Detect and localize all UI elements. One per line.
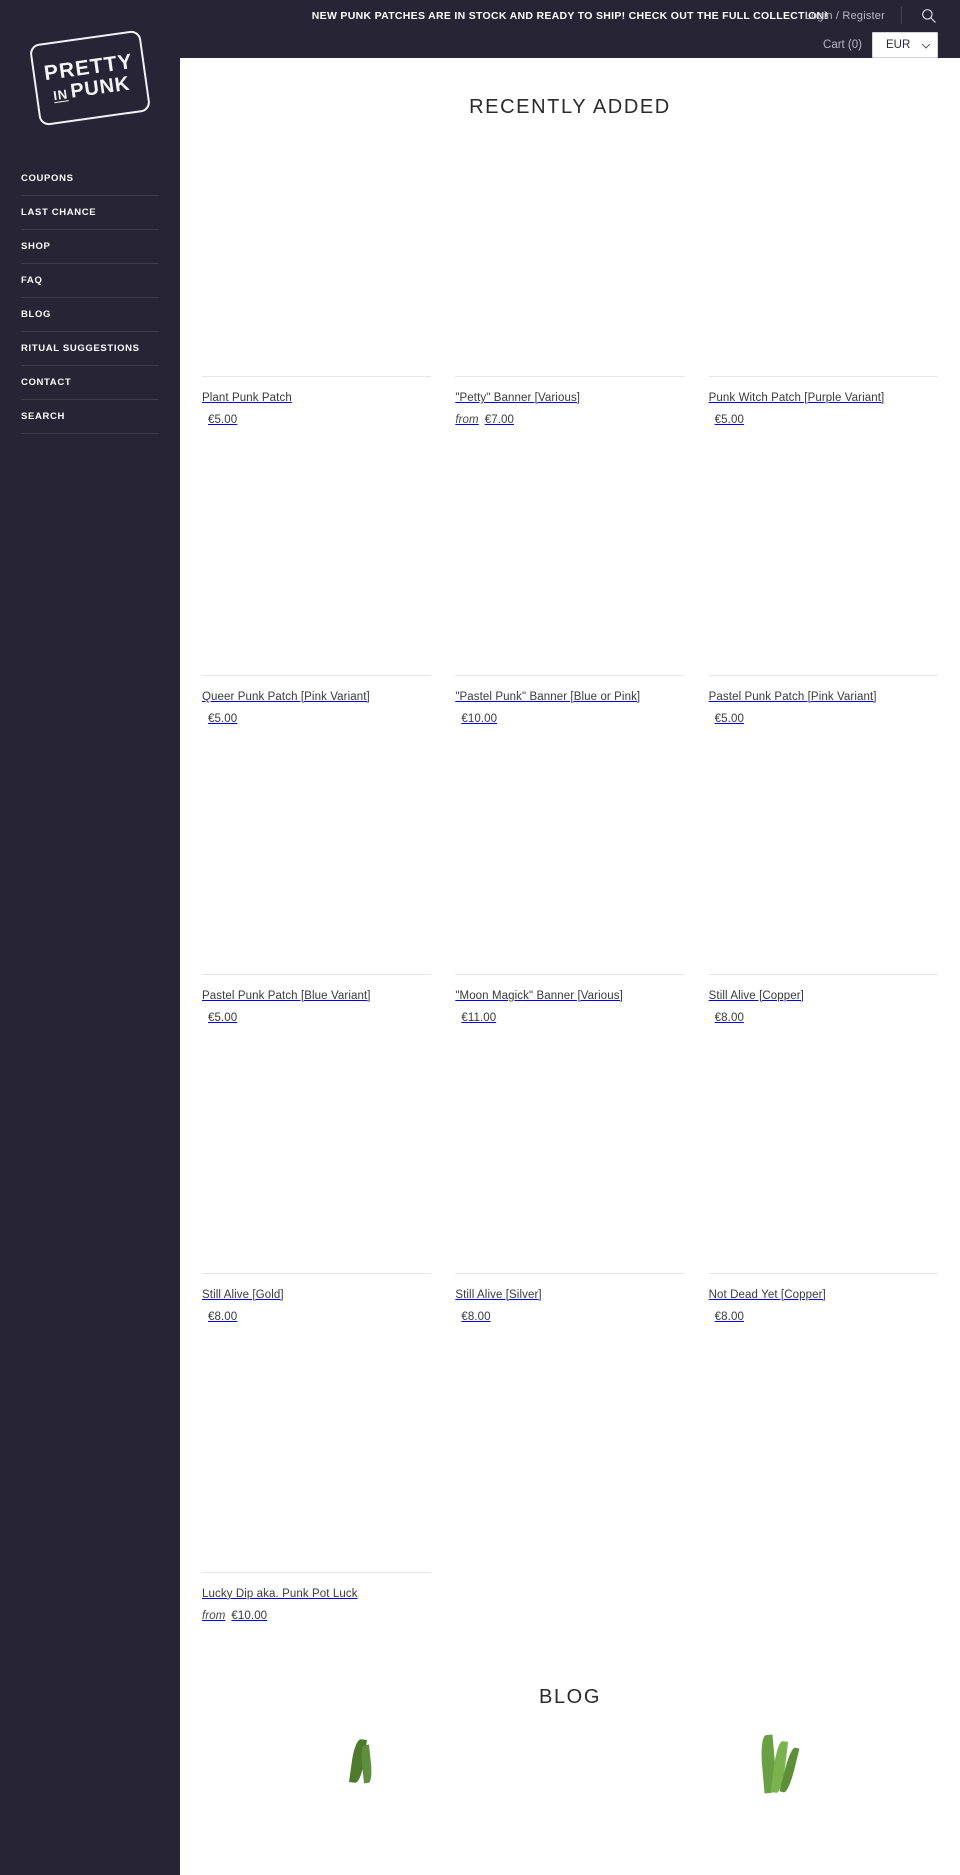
login-register-link[interactable]: Login / Register [805, 10, 885, 22]
product-image [455, 447, 685, 676]
product-title: Still Alive [Silver] [455, 1288, 542, 1301]
product-price: €5.00 [202, 1004, 431, 1046]
price-value: €10.00 [461, 712, 498, 725]
sidebar: PRETTY IN PUNK COUPONS LAST CHANCE SHOP … [0, 0, 180, 1875]
product-price: €8.00 [202, 1303, 431, 1345]
product-image [708, 746, 938, 975]
product-title: Plant Punk Patch [202, 392, 292, 404]
price-value: €5.00 [714, 712, 744, 725]
sidebar-item-coupons[interactable]: COUPONS [21, 162, 159, 196]
product-card[interactable]: Lucky Dip aka. Punk Pot Luck from €10.00 [202, 1344, 432, 1644]
sidebar-item-blog[interactable]: BLOG [21, 298, 159, 332]
product-image [455, 746, 685, 975]
product-price: €8.00 [455, 1303, 684, 1345]
product-price: €11.00 [455, 1004, 684, 1046]
product-price: from €10.00 [202, 1602, 431, 1644]
product-title: Queer Punk Patch [Pink Variant] [202, 690, 370, 703]
logo-stamp-icon: PRETTY IN PUNK [28, 29, 152, 127]
price-value: €7.00 [484, 413, 515, 426]
product-title: Pastel Punk Patch [Pink Variant] [708, 690, 877, 703]
site-logo[interactable]: PRETTY IN PUNK [0, 0, 180, 150]
product-price: from €7.00 [455, 406, 684, 448]
announcement-text: NEW PUNK PATCHES ARE IN STOCK AND READY … [311, 9, 829, 22]
price-value: €5.00 [208, 413, 238, 426]
logo-text: PRETTY IN PUNK [29, 30, 151, 127]
product-card[interactable]: Punk Witch Patch [Purple Variant] €5.00 [708, 149, 938, 448]
product-card[interactable]: Still Alive [Silver] €8.00 [455, 1045, 685, 1345]
price-value: €11.00 [461, 1011, 497, 1024]
currency-select[interactable]: EUR [872, 31, 938, 58]
product-card[interactable]: Plant Punk Patch €5.00 [202, 149, 432, 448]
product-card[interactable]: Not Dead Yet [Copper] €8.00 [708, 1045, 938, 1345]
product-image [455, 1045, 685, 1274]
product-title: Lucky Dip aka. Punk Pot Luck [202, 1587, 358, 1600]
product-price: €10.00 [455, 705, 684, 747]
price-value: €5.00 [714, 413, 744, 426]
sidebar-nav: COUPONS LAST CHANCE SHOP FAQ BLOG RITUAL… [0, 150, 180, 434]
product-price: €8.00 [709, 1004, 938, 1046]
sidebar-item-contact[interactable]: CONTACT [21, 366, 159, 400]
product-card[interactable]: Pastel Punk Patch [Pink Variant] €5.00 [708, 447, 938, 747]
product-image [202, 1045, 432, 1274]
product-title: Pastel Punk Patch [Blue Variant] [202, 989, 371, 1002]
product-card[interactable]: Still Alive [Copper] €8.00 [708, 746, 938, 1046]
sidebar-item-ritual-suggestions[interactable]: RITUAL SUGGESTIONS [21, 332, 159, 366]
sidebar-item-last-chance[interactable]: LAST CHANCE [21, 196, 159, 230]
sidebar-item-faq[interactable]: FAQ [21, 264, 159, 298]
product-price: €5.00 [202, 705, 431, 747]
price-from-label: from [202, 1609, 226, 1622]
page-title: RECENTLY ADDED [469, 96, 671, 118]
logo-word-in: IN [52, 86, 69, 104]
price-value: €5.00 [208, 1011, 238, 1024]
currency-selector[interactable]: EUR [872, 31, 938, 58]
product-title: "Pastel Punk" Banner [Blue or Pink] [455, 690, 641, 703]
product-price: €8.00 [709, 1303, 938, 1345]
sidebar-item-search[interactable]: SEARCH [21, 400, 159, 434]
cart-link[interactable]: Cart (0) [823, 39, 862, 51]
top-bar: NEW PUNK PATCHES ARE IN STOCK AND READY … [180, 0, 960, 58]
product-card[interactable]: Queer Punk Patch [Pink Variant] €5.00 [202, 447, 432, 747]
product-card[interactable]: Pastel Punk Patch [Blue Variant] €5.00 [202, 746, 432, 1046]
product-title: Punk Witch Patch [Purple Variant] [708, 392, 885, 404]
product-image [202, 447, 432, 676]
product-title: Still Alive [Copper] [708, 989, 804, 1002]
top-bar-row-announcement: NEW PUNK PATCHES ARE IN STOCK AND READY … [202, 0, 938, 31]
sidebar-item-shop[interactable]: SHOP [21, 230, 159, 264]
product-card[interactable]: "Pastel Punk" Banner [Blue or Pink] €10.… [455, 447, 685, 747]
product-title: "Petty" Banner [Various] [455, 392, 581, 404]
account-area: Login / Register [805, 6, 938, 26]
price-value: €5.00 [208, 712, 238, 725]
page-root: PRETTY IN PUNK COUPONS LAST CHANCE SHOP … [0, 0, 960, 1875]
product-price: €5.00 [709, 705, 938, 747]
product-image [708, 1045, 938, 1274]
product-image [202, 1344, 432, 1573]
price-value: €8.00 [714, 1011, 744, 1024]
product-title: Still Alive [Gold] [202, 1288, 284, 1301]
vertical-divider [901, 7, 902, 24]
product-card[interactable]: "Petty" Banner [Various] from €7.00 [455, 149, 685, 448]
search-icon[interactable] [918, 6, 938, 26]
product-image [708, 149, 938, 377]
product-grid: Plant Punk Patch €5.00 "Petty" Banner [V… [202, 149, 938, 1644]
main-column: NEW PUNK PATCHES ARE IN STOCK AND READY … [180, 0, 960, 1875]
product-card[interactable]: "Moon Magick" Banner [Various] €11.00 [455, 746, 685, 1046]
product-title: Not Dead Yet [Copper] [708, 1288, 826, 1301]
product-image [455, 149, 685, 377]
price-value: €8.00 [714, 1310, 744, 1323]
price-value: €8.00 [461, 1310, 491, 1323]
product-title: "Moon Magick" Banner [Various] [455, 989, 623, 1002]
product-image [202, 746, 432, 975]
price-value: €8.00 [208, 1310, 238, 1323]
product-image [202, 149, 432, 377]
blog-section-title: BLOG [539, 1685, 601, 1708]
product-card[interactable]: Still Alive [Gold] €8.00 [202, 1045, 432, 1345]
price-from-label: from [455, 413, 479, 426]
price-value: €10.00 [231, 1609, 268, 1622]
top-bar-row-cart: Cart (0) EUR [202, 31, 938, 58]
product-price: €5.00 [202, 406, 431, 448]
product-price: €5.00 [709, 406, 938, 448]
product-image [708, 447, 938, 676]
content-area: RECENTLY ADDED Plant Punk Patch €5.00 "P… [180, 58, 960, 1794]
